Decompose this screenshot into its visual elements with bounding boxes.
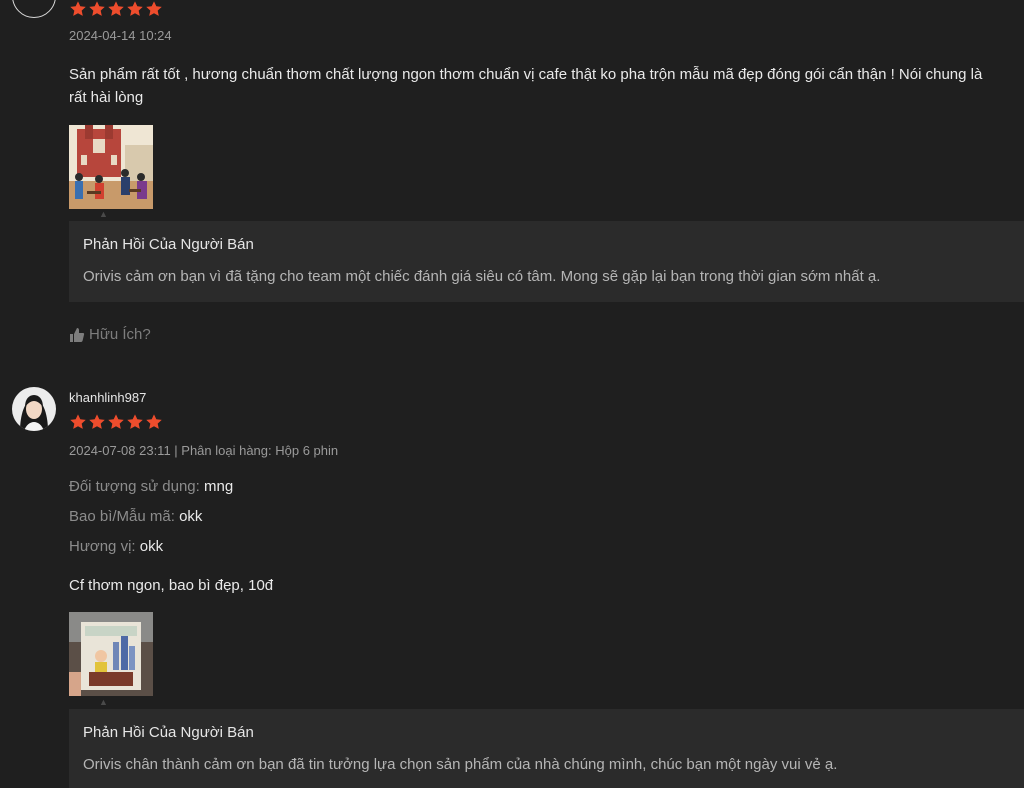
star-icon (145, 413, 163, 431)
attribute-row: Đối tượng sử dụng: mng (69, 478, 233, 495)
seller-reply: Phản Hồi Của Người Bán Orivis chân thành… (69, 709, 1024, 788)
review-image[interactable] (69, 125, 153, 209)
star-icon (88, 0, 106, 18)
attribute-row: Hương vị: okk (69, 538, 163, 555)
avatar[interactable] (12, 0, 56, 18)
star-icon (107, 413, 125, 431)
review-meta: 2024-07-08 23:11 | Phân loại hàng: Hộp 6… (69, 443, 339, 458)
star-icon (69, 413, 87, 431)
star-icon (145, 0, 163, 18)
review-image[interactable] (69, 612, 153, 696)
helpful-button[interactable]: Hữu Ích? (69, 326, 151, 343)
seller-reply-title: Phản Hồi Của Người Bán (83, 236, 254, 253)
helpful-label: Hữu Ích? (89, 326, 151, 343)
seller-reply: Phản Hồi Của Người Bán Orivis cảm ơn bạn… (69, 221, 1024, 302)
attribute-key: Bao bì/Mẫu mã: (69, 508, 175, 525)
attribute-key: Đối tượng sử dụng: (69, 478, 200, 495)
caret-up-icon: ▲ (99, 209, 108, 219)
attribute-value: okk (139, 538, 164, 555)
review-comment: Sản phẩm rất tốt , hương chuẩn thơm chất… (69, 66, 983, 106)
star-icon (107, 0, 125, 18)
star-icon (126, 413, 144, 431)
attribute-row: Bao bì/Mẫu mã: okk (69, 508, 202, 525)
review-comment: Cf thơm ngon, bao bì đẹp, 10đ (69, 577, 274, 594)
attribute-key: Hương vị: (69, 538, 136, 555)
avatar[interactable] (12, 387, 56, 431)
reviews-page: 2024-04-14 10:24 Sản phẩm rất tốt , hươn… (0, 0, 1024, 788)
reviewer-username: khanhlinh987 (69, 390, 147, 405)
caret-up-icon: ▲ (99, 697, 108, 707)
star-icon (88, 413, 106, 431)
star-icon (69, 0, 87, 18)
thumbs-up-icon (69, 327, 85, 343)
rating-stars (69, 413, 163, 431)
attribute-value: okk (179, 508, 203, 525)
review-date: 2024-04-14 10:24 (69, 28, 172, 43)
seller-reply-body: Orivis cảm ơn bạn vì đã tặng cho team mộ… (83, 268, 881, 285)
rating-stars (69, 0, 163, 18)
seller-reply-title: Phản Hồi Của Người Bán (83, 724, 254, 741)
star-icon (126, 0, 144, 18)
attribute-value: mng (204, 478, 234, 495)
seller-reply-body: Orivis chân thành cảm ơn bạn đã tin tưởn… (83, 756, 838, 773)
